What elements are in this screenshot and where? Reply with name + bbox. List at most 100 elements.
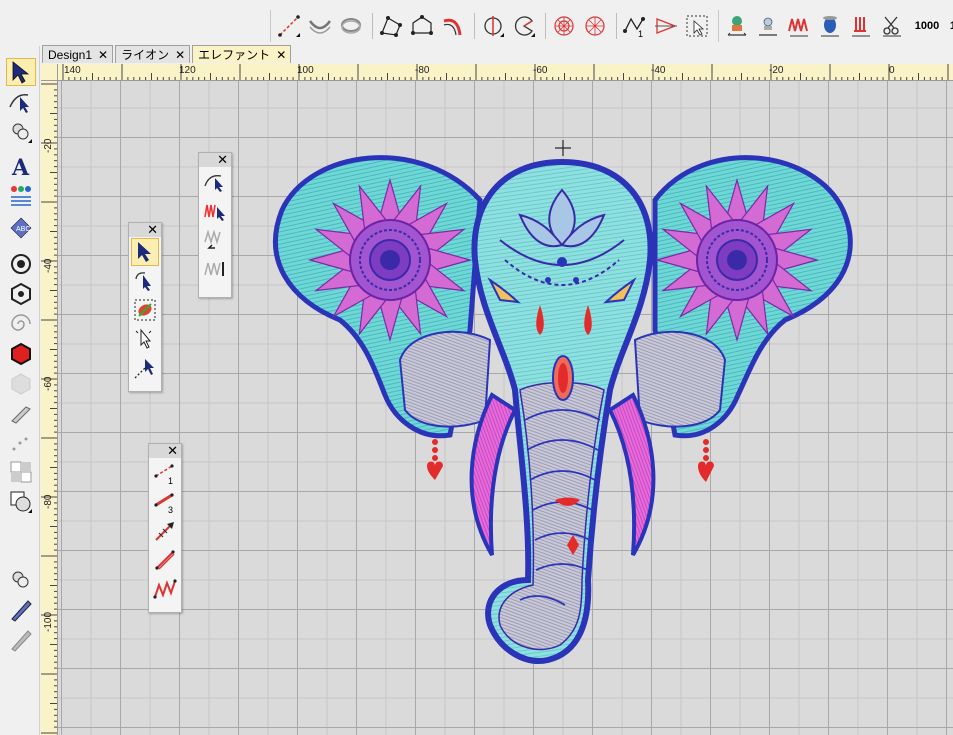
arc-icon[interactable]: [439, 12, 467, 40]
weld-shapes-icon[interactable]: [6, 566, 36, 594]
spiral-icon[interactable]: [337, 12, 365, 40]
select-box-icon[interactable]: [683, 12, 711, 40]
ruler-label: -100: [43, 611, 54, 632]
zigzag-end-icon[interactable]: [201, 255, 229, 283]
mandala-icon[interactable]: [550, 12, 578, 40]
paint-select-icon[interactable]: [131, 296, 159, 324]
zigzag-arrow-icon[interactable]: [201, 197, 229, 225]
svg-text:A: A: [11, 155, 30, 179]
number-1000-label: 1000: [914, 20, 940, 32]
spiral-shape-icon[interactable]: [6, 310, 36, 338]
badge-icon[interactable]: ABC: [6, 214, 36, 242]
ruler-label: -40: [651, 65, 666, 76]
ruler-label: -60: [533, 65, 548, 76]
dotted-path-icon[interactable]: [6, 430, 36, 458]
reshape-tool-icon[interactable]: [6, 88, 36, 116]
knife-icon[interactable]: [6, 400, 36, 428]
dotted-select-icon[interactable]: [131, 354, 159, 382]
tab-elephant[interactable]: エレファント ✕: [192, 45, 292, 63]
floating-toolbar-select[interactable]: ✕: [128, 222, 162, 392]
svg-text:1: 1: [638, 29, 643, 39]
triangle-arrow-icon[interactable]: [652, 12, 680, 40]
ruler-label: 0: [889, 65, 895, 76]
zigzag-icon[interactable]: 1: [621, 12, 649, 40]
ruler-label: 140: [64, 65, 81, 76]
crosshair-cursor: [555, 140, 571, 156]
floating-toolbar-header[interactable]: ✕: [149, 443, 181, 459]
stitch-tools-group: 1000 10: [718, 10, 953, 42]
left-mandala: [307, 177, 473, 343]
floating-toolbar-header[interactable]: ✕: [199, 152, 231, 168]
fork-stitch-icon[interactable]: [847, 12, 875, 40]
close-icon[interactable]: ✕: [276, 49, 286, 61]
ruler-label: 100: [297, 65, 314, 76]
close-icon[interactable]: ✕: [167, 443, 178, 459]
pen-gray-icon[interactable]: [6, 626, 36, 654]
close-icon[interactable]: ✕: [147, 222, 158, 238]
text-tool-icon[interactable]: A: [6, 152, 36, 180]
close-icon[interactable]: ✕: [98, 49, 108, 61]
ruler-label: -80: [415, 65, 430, 76]
curve-icon[interactable]: [306, 12, 334, 40]
line-one-icon[interactable]: 1: [151, 459, 179, 487]
line-1-icon[interactable]: [275, 12, 303, 40]
line-one-label: 1: [168, 476, 173, 485]
polygon-icon[interactable]: [377, 12, 405, 40]
motif-icon[interactable]: [754, 12, 782, 40]
tab-label: Design1: [48, 47, 93, 62]
ruler-corner: [41, 64, 58, 81]
star-select-icon[interactable]: [131, 325, 159, 353]
spool-icon[interactable]: [816, 12, 844, 40]
left-toolbar: A ABC: [0, 46, 40, 735]
arrow-line-icon[interactable]: [151, 517, 179, 545]
ruler-top: 140 120 100 -80 -60 -40 -20 0: [58, 64, 953, 81]
scissors-icon[interactable]: [878, 12, 906, 40]
rotate-arrow-icon[interactable]: [131, 267, 159, 295]
line-three-label: 3: [168, 505, 173, 514]
number-10-button[interactable]: 10: [948, 12, 953, 40]
hexagon-icon[interactable]: [6, 280, 36, 308]
floating-toolbar-reshape[interactable]: ✕: [198, 152, 232, 298]
ruler-label: -60: [43, 376, 54, 391]
shape-combine-icon[interactable]: [6, 488, 36, 516]
double-arrow-icon[interactable]: [151, 546, 179, 574]
design-canvas[interactable]: [58, 81, 953, 735]
elephant-embroidery[interactable]: [58, 81, 953, 735]
tab-lion[interactable]: ライオン ✕: [115, 45, 191, 63]
house-shape-icon[interactable]: [408, 12, 436, 40]
ruler-label: -40: [43, 258, 54, 273]
gray-hexagon-icon[interactable]: [6, 370, 36, 398]
ruler-label: -20: [769, 65, 784, 76]
zigzag-disabled-icon[interactable]: [201, 226, 229, 254]
circle-target-icon[interactable]: [6, 250, 36, 278]
pen-icon[interactable]: [6, 596, 36, 624]
close-icon[interactable]: ✕: [175, 49, 185, 61]
ruler-left: -20 -40 -60 -80 -100: [41, 81, 58, 735]
monogram-icon[interactable]: [6, 182, 36, 210]
select-arrow-icon[interactable]: [6, 58, 36, 86]
number-1000-button[interactable]: 1000: [909, 12, 945, 40]
svg-text:ABC: ABC: [16, 226, 30, 233]
right-mandala: [654, 177, 820, 343]
circle-tool-icon[interactable]: [479, 12, 507, 40]
select-arrow-icon[interactable]: [131, 238, 159, 266]
weld-icon[interactable]: [6, 118, 36, 146]
tab-label: ライオン: [121, 48, 170, 62]
reshape-arrow-icon[interactable]: [201, 168, 229, 196]
document-tabs: Design1 ✕ ライオン ✕ エレファント ✕: [42, 45, 293, 63]
ruler-label: -20: [43, 138, 54, 153]
tab-design1[interactable]: Design1 ✕: [42, 45, 114, 63]
pie-icon[interactable]: [510, 12, 538, 40]
floating-toolbar-header[interactable]: ✕: [129, 222, 161, 238]
shape-tools-group: 1: [270, 10, 714, 42]
zigzag-stitch-icon[interactable]: [785, 12, 813, 40]
ruler-label: -80: [43, 494, 54, 509]
wheel-icon[interactable]: [581, 12, 609, 40]
red-hexagon-icon[interactable]: [6, 340, 36, 368]
line-three-icon[interactable]: 3: [151, 488, 179, 516]
tree-icon[interactable]: [723, 12, 751, 40]
checker-icon[interactable]: [6, 458, 36, 486]
floating-toolbar-lines[interactable]: ✕ 1 3: [148, 443, 182, 613]
close-icon[interactable]: ✕: [217, 152, 228, 168]
zigzag-red-icon[interactable]: [151, 575, 179, 603]
